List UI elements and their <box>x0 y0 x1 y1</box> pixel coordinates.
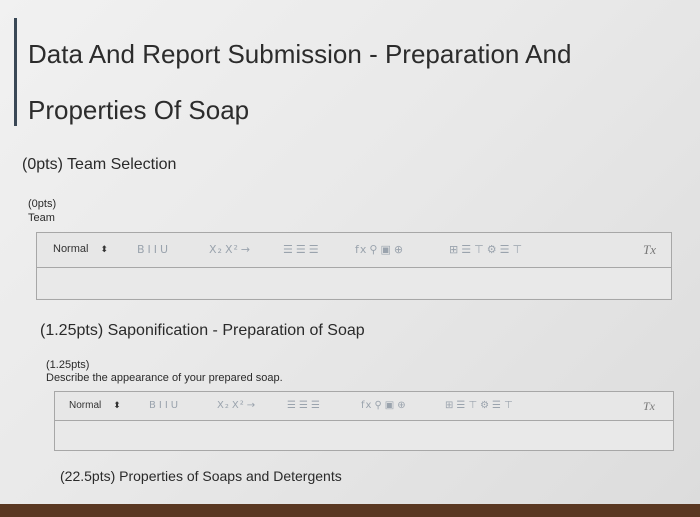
indent-icon[interactable]: → <box>247 400 256 411</box>
insert-group: fx ⚲ ▣ ⊕ <box>355 243 406 256</box>
style-value: Normal <box>53 243 89 255</box>
question-points-saponification: (1.25pts) <box>46 359 90 371</box>
bold-button[interactable]: B <box>149 400 157 411</box>
superscript-button[interactable]: X² <box>232 400 245 411</box>
editor-toolbar: Normal ⬍ BIIU X₂ X² → ☰ ☰ ☰ fx ⚲ ▣ ⊕ ⊞ ☰ ⊤ ⚙ ☰ ⊤ Tx <box>37 233 671 268</box>
chevron-updown-icon: ⬍ <box>113 400 121 410</box>
table-group: ⊞ ☰ ⊤ ⚙ ☰ ⊤ <box>445 400 516 411</box>
italic-button[interactable]: I <box>148 243 152 256</box>
table-row-icon[interactable]: ☰ <box>456 400 466 411</box>
table-props-icon[interactable]: ⚙ <box>487 243 498 256</box>
underline-button[interactable]: U <box>171 400 179 411</box>
embed-icon[interactable]: ⊕ <box>397 400 406 411</box>
paragraph-style-select[interactable]: Normal ⬍ <box>53 243 108 255</box>
table-col-icon[interactable]: ⊤ <box>474 243 485 256</box>
clear-format-icon[interactable]: Tx <box>643 399 655 414</box>
table-delete-row-icon[interactable]: ☰ <box>492 400 502 411</box>
table-icon[interactable]: ⊞ <box>449 243 459 256</box>
paragraph-style-select[interactable]: Normal ⬍ <box>69 400 121 411</box>
underline-button[interactable]: U <box>160 243 169 256</box>
script-group: X₂ X² → <box>209 243 253 256</box>
bold-button[interactable]: B <box>137 243 146 256</box>
superscript-button[interactable]: X² <box>225 243 239 256</box>
subscript-button[interactable]: X₂ <box>217 400 230 411</box>
chevron-updown-icon: ⬍ <box>100 244 108 254</box>
clear-format-icon[interactable]: Tx <box>643 242 656 258</box>
link-icon[interactable]: ⚲ <box>369 243 378 256</box>
rich-text-editor-team: Normal ⬍ BIIU X₂ X² → ☰ ☰ ☰ fx ⚲ ▣ ⊕ ⊞ ☰ ⊤ ⚙ ☰ ⊤ Tx <box>36 232 672 300</box>
section-heading-properties: (22.5pts) Properties of Soaps and Deterg… <box>60 468 342 484</box>
link-icon[interactable]: ⚲ <box>374 400 382 411</box>
align-left-icon[interactable]: ☰ <box>287 400 297 411</box>
italic-alt-button[interactable]: I <box>154 243 158 256</box>
align-right-icon[interactable]: ☰ <box>309 243 320 256</box>
formula-icon[interactable]: fx <box>361 400 372 411</box>
image-icon[interactable]: ▣ <box>380 243 391 256</box>
table-delete-row-icon[interactable]: ☰ <box>500 243 511 256</box>
style-value: Normal <box>69 400 102 411</box>
page-title: Data And Report Submission - Preparation… <box>28 39 572 125</box>
italic-button[interactable]: I <box>159 400 163 411</box>
bottom-bezel <box>0 504 700 517</box>
script-group: X₂ X² → <box>217 400 258 411</box>
align-center-icon[interactable]: ☰ <box>296 243 307 256</box>
table-delete-col-icon[interactable]: ⊤ <box>512 243 523 256</box>
question-points-team: (0pts) <box>28 198 57 210</box>
question-prompt-saponification: Describe the appearance of your prepared… <box>46 372 283 384</box>
table-delete-col-icon[interactable]: ⊤ <box>504 400 514 411</box>
image-icon[interactable]: ▣ <box>385 400 395 411</box>
section-heading-saponification: (1.25pts) Saponification - Preparation o… <box>40 322 365 339</box>
embed-icon[interactable]: ⊕ <box>394 243 404 256</box>
table-group: ⊞ ☰ ⊤ ⚙ ☰ ⊤ <box>449 243 525 256</box>
align-center-icon[interactable]: ☰ <box>299 400 309 411</box>
editor-text-area[interactable] <box>55 421 673 450</box>
align-left-icon[interactable]: ☰ <box>283 243 294 256</box>
insert-group: fx ⚲ ▣ ⊕ <box>361 400 409 411</box>
rich-text-editor-soap: Normal ⬍ BIIU X₂ X² → ☰ ☰ ☰ fx ⚲ ▣ ⊕ ⊞ ☰ ⊤ ⚙ ☰ ⊤ Tx <box>54 391 674 451</box>
text-format-group: BIIU <box>137 243 171 256</box>
text-format-group: BIIU <box>149 400 181 411</box>
table-row-icon[interactable]: ☰ <box>461 243 472 256</box>
question-prompt-team: Team <box>28 212 55 224</box>
table-props-icon[interactable]: ⚙ <box>480 400 490 411</box>
title-accent-bar <box>14 18 17 126</box>
table-col-icon[interactable]: ⊤ <box>468 400 478 411</box>
section-heading-team: (0pts) Team Selection <box>22 156 177 173</box>
indent-icon[interactable]: → <box>241 243 251 256</box>
formula-icon[interactable]: fx <box>355 243 367 256</box>
align-group: ☰ ☰ ☰ <box>283 243 322 256</box>
subscript-button[interactable]: X₂ <box>209 243 223 256</box>
align-group: ☰ ☰ ☰ <box>287 400 323 411</box>
align-right-icon[interactable]: ☰ <box>311 400 321 411</box>
editor-text-area[interactable] <box>37 268 671 298</box>
table-icon[interactable]: ⊞ <box>445 400 454 411</box>
editor-toolbar: Normal ⬍ BIIU X₂ X² → ☰ ☰ ☰ fx ⚲ ▣ ⊕ ⊞ ☰ ⊤ ⚙ ☰ ⊤ Tx <box>55 392 673 421</box>
italic-alt-button[interactable]: I <box>165 400 169 411</box>
